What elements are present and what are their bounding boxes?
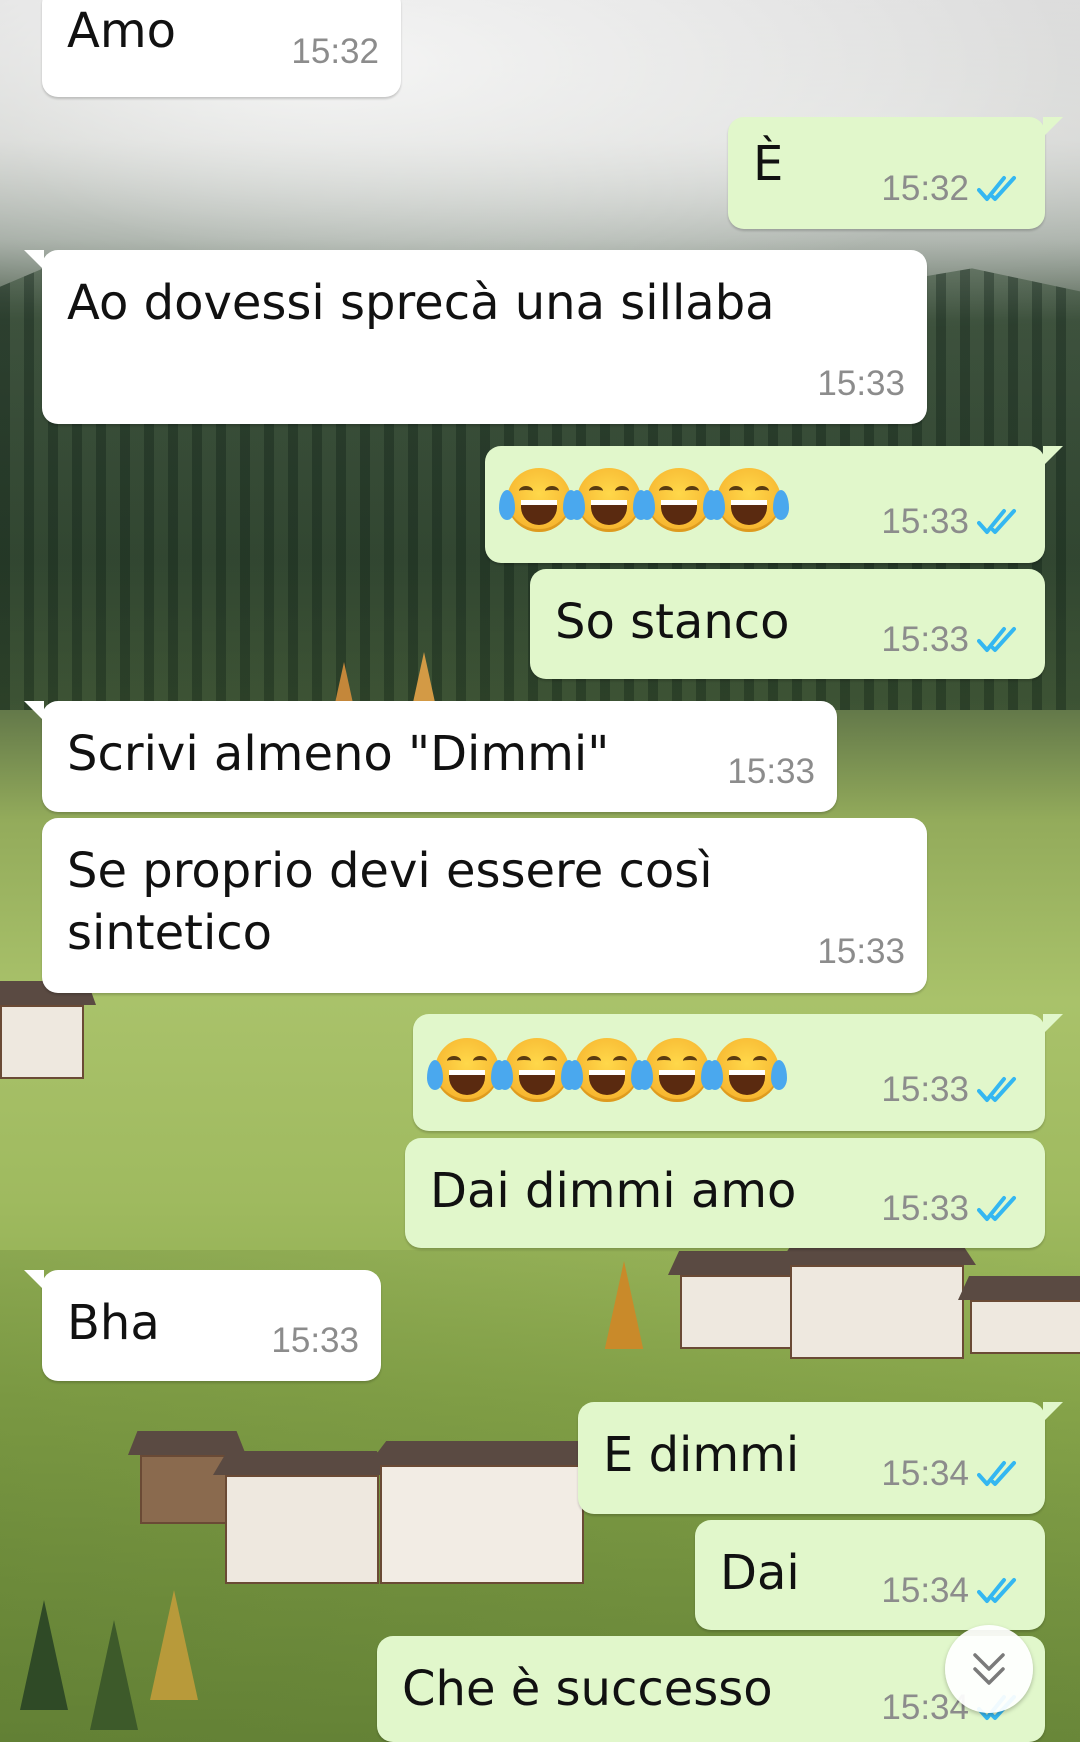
incoming-message[interactable]: Ao dovessi sprecà una sillaba 15:33	[24, 250, 927, 424]
incoming-message[interactable]: Bha 15:33	[24, 1270, 381, 1381]
message-meta: 15:33	[881, 1189, 1023, 1229]
double-check-icon	[977, 627, 1016, 652]
message-meta: 15:34	[881, 1454, 1023, 1494]
message-meta: 15:33	[881, 620, 1023, 660]
message-meta: 15:33	[271, 1321, 359, 1361]
message-time: 15:33	[881, 1070, 969, 1109]
message-text: E dimmi	[603, 1427, 800, 1483]
face-with-tears-of-joy-icon	[569, 468, 649, 532]
message-meta: 15:34	[881, 1571, 1023, 1611]
message-text: So stanco	[555, 594, 790, 650]
outgoing-message[interactable]: 15:33	[413, 1014, 1063, 1131]
message-text: Ao dovessi sprecà una sillaba	[67, 275, 775, 331]
message-time: 15:34	[881, 1454, 969, 1493]
message-time: 15:33	[817, 364, 905, 403]
outgoing-message[interactable]: Che è successo 15:34	[377, 1636, 1045, 1742]
message-text: È	[753, 136, 784, 192]
message-list: Amo 15:32 È 15:32 Ao dovessi sprecà una …	[0, 0, 1080, 1742]
message-time: 15:34	[881, 1571, 969, 1610]
message-text: Dai dimmi amo	[430, 1163, 797, 1219]
message-time: 15:33	[817, 932, 905, 971]
message-meta: 15:33	[817, 364, 905, 404]
message-meta: 15:33	[881, 1070, 1023, 1110]
message-meta: 15:33	[727, 752, 815, 792]
outgoing-message[interactable]: So stanco 15:33	[530, 569, 1045, 679]
message-time: 15:33	[881, 502, 969, 541]
message-meta: 15:33	[881, 502, 1023, 542]
incoming-message[interactable]: Amo 15:32	[42, 0, 401, 97]
message-text: Bha	[67, 1295, 160, 1351]
message-text: Dai	[720, 1545, 800, 1601]
incoming-message[interactable]: Se proprio devi essere così sintetico 15…	[42, 818, 927, 993]
face-with-tears-of-joy-icon	[639, 468, 719, 532]
message-time: 15:33	[271, 1321, 359, 1360]
face-with-tears-of-joy-icon	[709, 468, 789, 532]
message-text: Amo	[67, 3, 176, 59]
message-meta: 15:32	[881, 169, 1023, 209]
outgoing-message[interactable]: È 15:32	[728, 117, 1063, 229]
double-check-icon	[977, 1196, 1016, 1221]
outgoing-message[interactable]: E dimmi 15:34	[578, 1402, 1063, 1514]
message-text: Se proprio devi essere così sintetico	[67, 843, 713, 961]
emoji-row	[427, 1038, 787, 1102]
double-check-icon	[977, 1578, 1016, 1603]
outgoing-message[interactable]: Dai 15:34	[695, 1520, 1045, 1630]
message-time: 15:33	[881, 620, 969, 659]
outgoing-message[interactable]: Dai dimmi amo 15:33	[405, 1138, 1045, 1248]
message-time: 15:33	[881, 1189, 969, 1228]
double-check-icon	[977, 509, 1016, 534]
message-time: 15:33	[727, 752, 815, 791]
face-with-tears-of-joy-icon	[427, 1038, 507, 1102]
incoming-message[interactable]: Scrivi almeno "Dimmi" 15:33	[24, 701, 837, 812]
message-meta: 15:33	[817, 932, 905, 972]
face-with-tears-of-joy-icon	[637, 1038, 717, 1102]
double-check-icon	[977, 1077, 1016, 1102]
double-check-icon	[977, 176, 1016, 201]
face-with-tears-of-joy-icon	[707, 1038, 787, 1102]
double-check-icon	[977, 1461, 1016, 1486]
message-text: Che è successo	[402, 1661, 773, 1717]
message-meta: 15:32	[291, 32, 379, 72]
double-chevron-down-icon	[973, 1653, 1005, 1685]
message-time: 15:32	[291, 32, 379, 71]
emoji-row	[499, 468, 789, 532]
outgoing-message[interactable]: 15:33	[485, 446, 1063, 563]
message-text: Scrivi almeno "Dimmi"	[67, 726, 610, 782]
scroll-to-bottom-button[interactable]	[945, 1625, 1033, 1713]
message-time: 15:32	[881, 169, 969, 208]
face-with-tears-of-joy-icon	[567, 1038, 647, 1102]
face-with-tears-of-joy-icon	[499, 468, 579, 532]
face-with-tears-of-joy-icon	[497, 1038, 577, 1102]
